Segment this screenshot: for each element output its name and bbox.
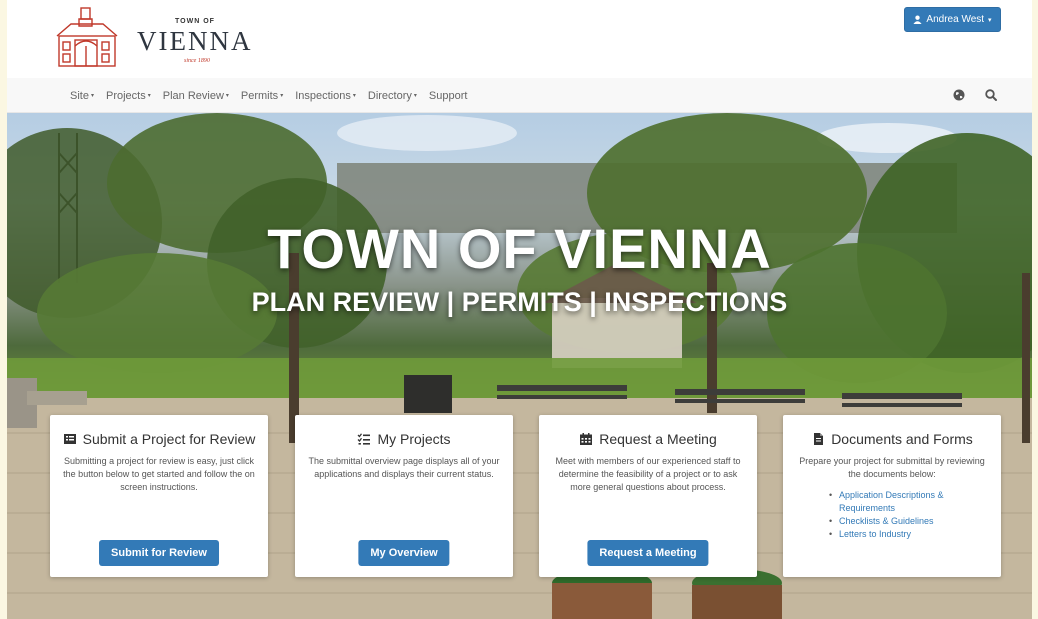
search-icon[interactable] bbox=[983, 87, 999, 103]
nav-item-site[interactable]: Site ▾ bbox=[70, 90, 94, 102]
nav-item-projects[interactable]: Projects ▾ bbox=[106, 90, 151, 102]
card-title: Documents and Forms bbox=[795, 431, 989, 447]
user-icon bbox=[913, 15, 922, 24]
nav-label: Support bbox=[428, 89, 468, 102]
card-description: The submittal overview page displays all… bbox=[308, 456, 500, 479]
nav-label: Directory bbox=[367, 89, 412, 102]
nav-item-plan-review[interactable]: Plan Review ▾ bbox=[163, 90, 229, 102]
list-alt-icon bbox=[63, 434, 76, 444]
nav-label: Projects bbox=[105, 89, 146, 102]
checklist-icon bbox=[357, 433, 371, 445]
request-meeting-button[interactable]: Request a Meeting bbox=[587, 540, 709, 566]
card-description: Meet with members of our experienced sta… bbox=[555, 456, 741, 492]
user-name: Andrea West bbox=[926, 14, 985, 25]
brand-since: since 1890 bbox=[184, 58, 210, 64]
chevron-down-icon: ▾ bbox=[352, 93, 356, 100]
card-title: My Projects bbox=[307, 431, 501, 447]
nav-label: Plan Review bbox=[162, 89, 224, 102]
header: TOWN OF VIENNA since 1890 Andrea West ▾ bbox=[7, 0, 1032, 78]
document-links: Application Descriptions & Requirements … bbox=[829, 489, 989, 541]
hero-subtitle: PLAN REVIEW | PERMITS | INSPECTIONS bbox=[251, 287, 788, 317]
link-letters-to-industry[interactable]: Letters to Industry bbox=[829, 528, 989, 541]
card-submit-project: Submit a Project for Review Submitting a… bbox=[50, 415, 268, 577]
hero-banner: TOWN OF VIENNA PLAN REVIEW | PERMITS | I… bbox=[7, 113, 1032, 619]
card-description: Prepare your project for submittal by re… bbox=[799, 456, 985, 479]
link-application-descriptions[interactable]: Application Descriptions & Requirements bbox=[829, 489, 989, 515]
submit-for-review-button[interactable]: Submit for Review bbox=[99, 540, 219, 566]
chevron-down-icon: ▾ bbox=[988, 16, 992, 24]
card-title-text: Documents and Forms bbox=[831, 431, 973, 447]
chevron-down-icon: ▾ bbox=[225, 93, 229, 100]
nav-label: Site bbox=[70, 89, 89, 102]
document-icon bbox=[814, 433, 824, 445]
brand-name: VIENNA bbox=[137, 26, 253, 56]
card-request-meeting: Request a Meeting Meet with members of o… bbox=[539, 415, 757, 577]
hero-title: TOWN OF VIENNA bbox=[267, 217, 772, 280]
globe-icon[interactable] bbox=[951, 87, 967, 103]
nav-label: Permits bbox=[240, 89, 279, 102]
main-nav: Site ▾ Projects ▾ Plan Review ▾ Permits ▾ In… bbox=[7, 78, 1032, 113]
my-overview-button[interactable]: My Overview bbox=[358, 540, 450, 566]
nav-item-directory[interactable]: Directory ▾ bbox=[368, 90, 417, 102]
card-title-text: Request a Meeting bbox=[599, 431, 717, 447]
card-my-projects: My Projects The submittal overview page … bbox=[295, 415, 513, 577]
nav-item-inspections[interactable]: Inspections ▾ bbox=[295, 90, 356, 102]
town-hall-logo-icon[interactable] bbox=[51, 6, 121, 68]
card-description: Submitting a project for review is easy,… bbox=[63, 456, 255, 492]
link-checklists-guidelines[interactable]: Checklists & Guidelines bbox=[829, 515, 989, 528]
card-title-text: Submit a Project for Review bbox=[82, 431, 256, 447]
user-menu-button[interactable]: Andrea West ▾ bbox=[904, 7, 1001, 32]
calendar-icon bbox=[580, 433, 593, 445]
brand-town-of: TOWN OF bbox=[175, 18, 215, 25]
chevron-down-icon: ▾ bbox=[413, 93, 417, 100]
card-documents-forms: Documents and Forms Prepare your project… bbox=[783, 415, 1001, 577]
chevron-down-icon: ▾ bbox=[147, 93, 151, 100]
card-title: Request a Meeting bbox=[551, 431, 745, 447]
nav-label: Inspections bbox=[295, 89, 351, 102]
page-frame: TOWN OF VIENNA since 1890 Andrea West ▾ … bbox=[7, 0, 1032, 619]
nav-item-support[interactable]: Support bbox=[429, 90, 468, 102]
card-title-text: My Projects bbox=[377, 431, 451, 447]
nav-item-permits[interactable]: Permits ▾ bbox=[241, 90, 283, 102]
chevron-down-icon: ▾ bbox=[90, 93, 94, 100]
chevron-down-icon: ▾ bbox=[280, 93, 284, 100]
card-title: Submit a Project for Review bbox=[62, 431, 256, 447]
